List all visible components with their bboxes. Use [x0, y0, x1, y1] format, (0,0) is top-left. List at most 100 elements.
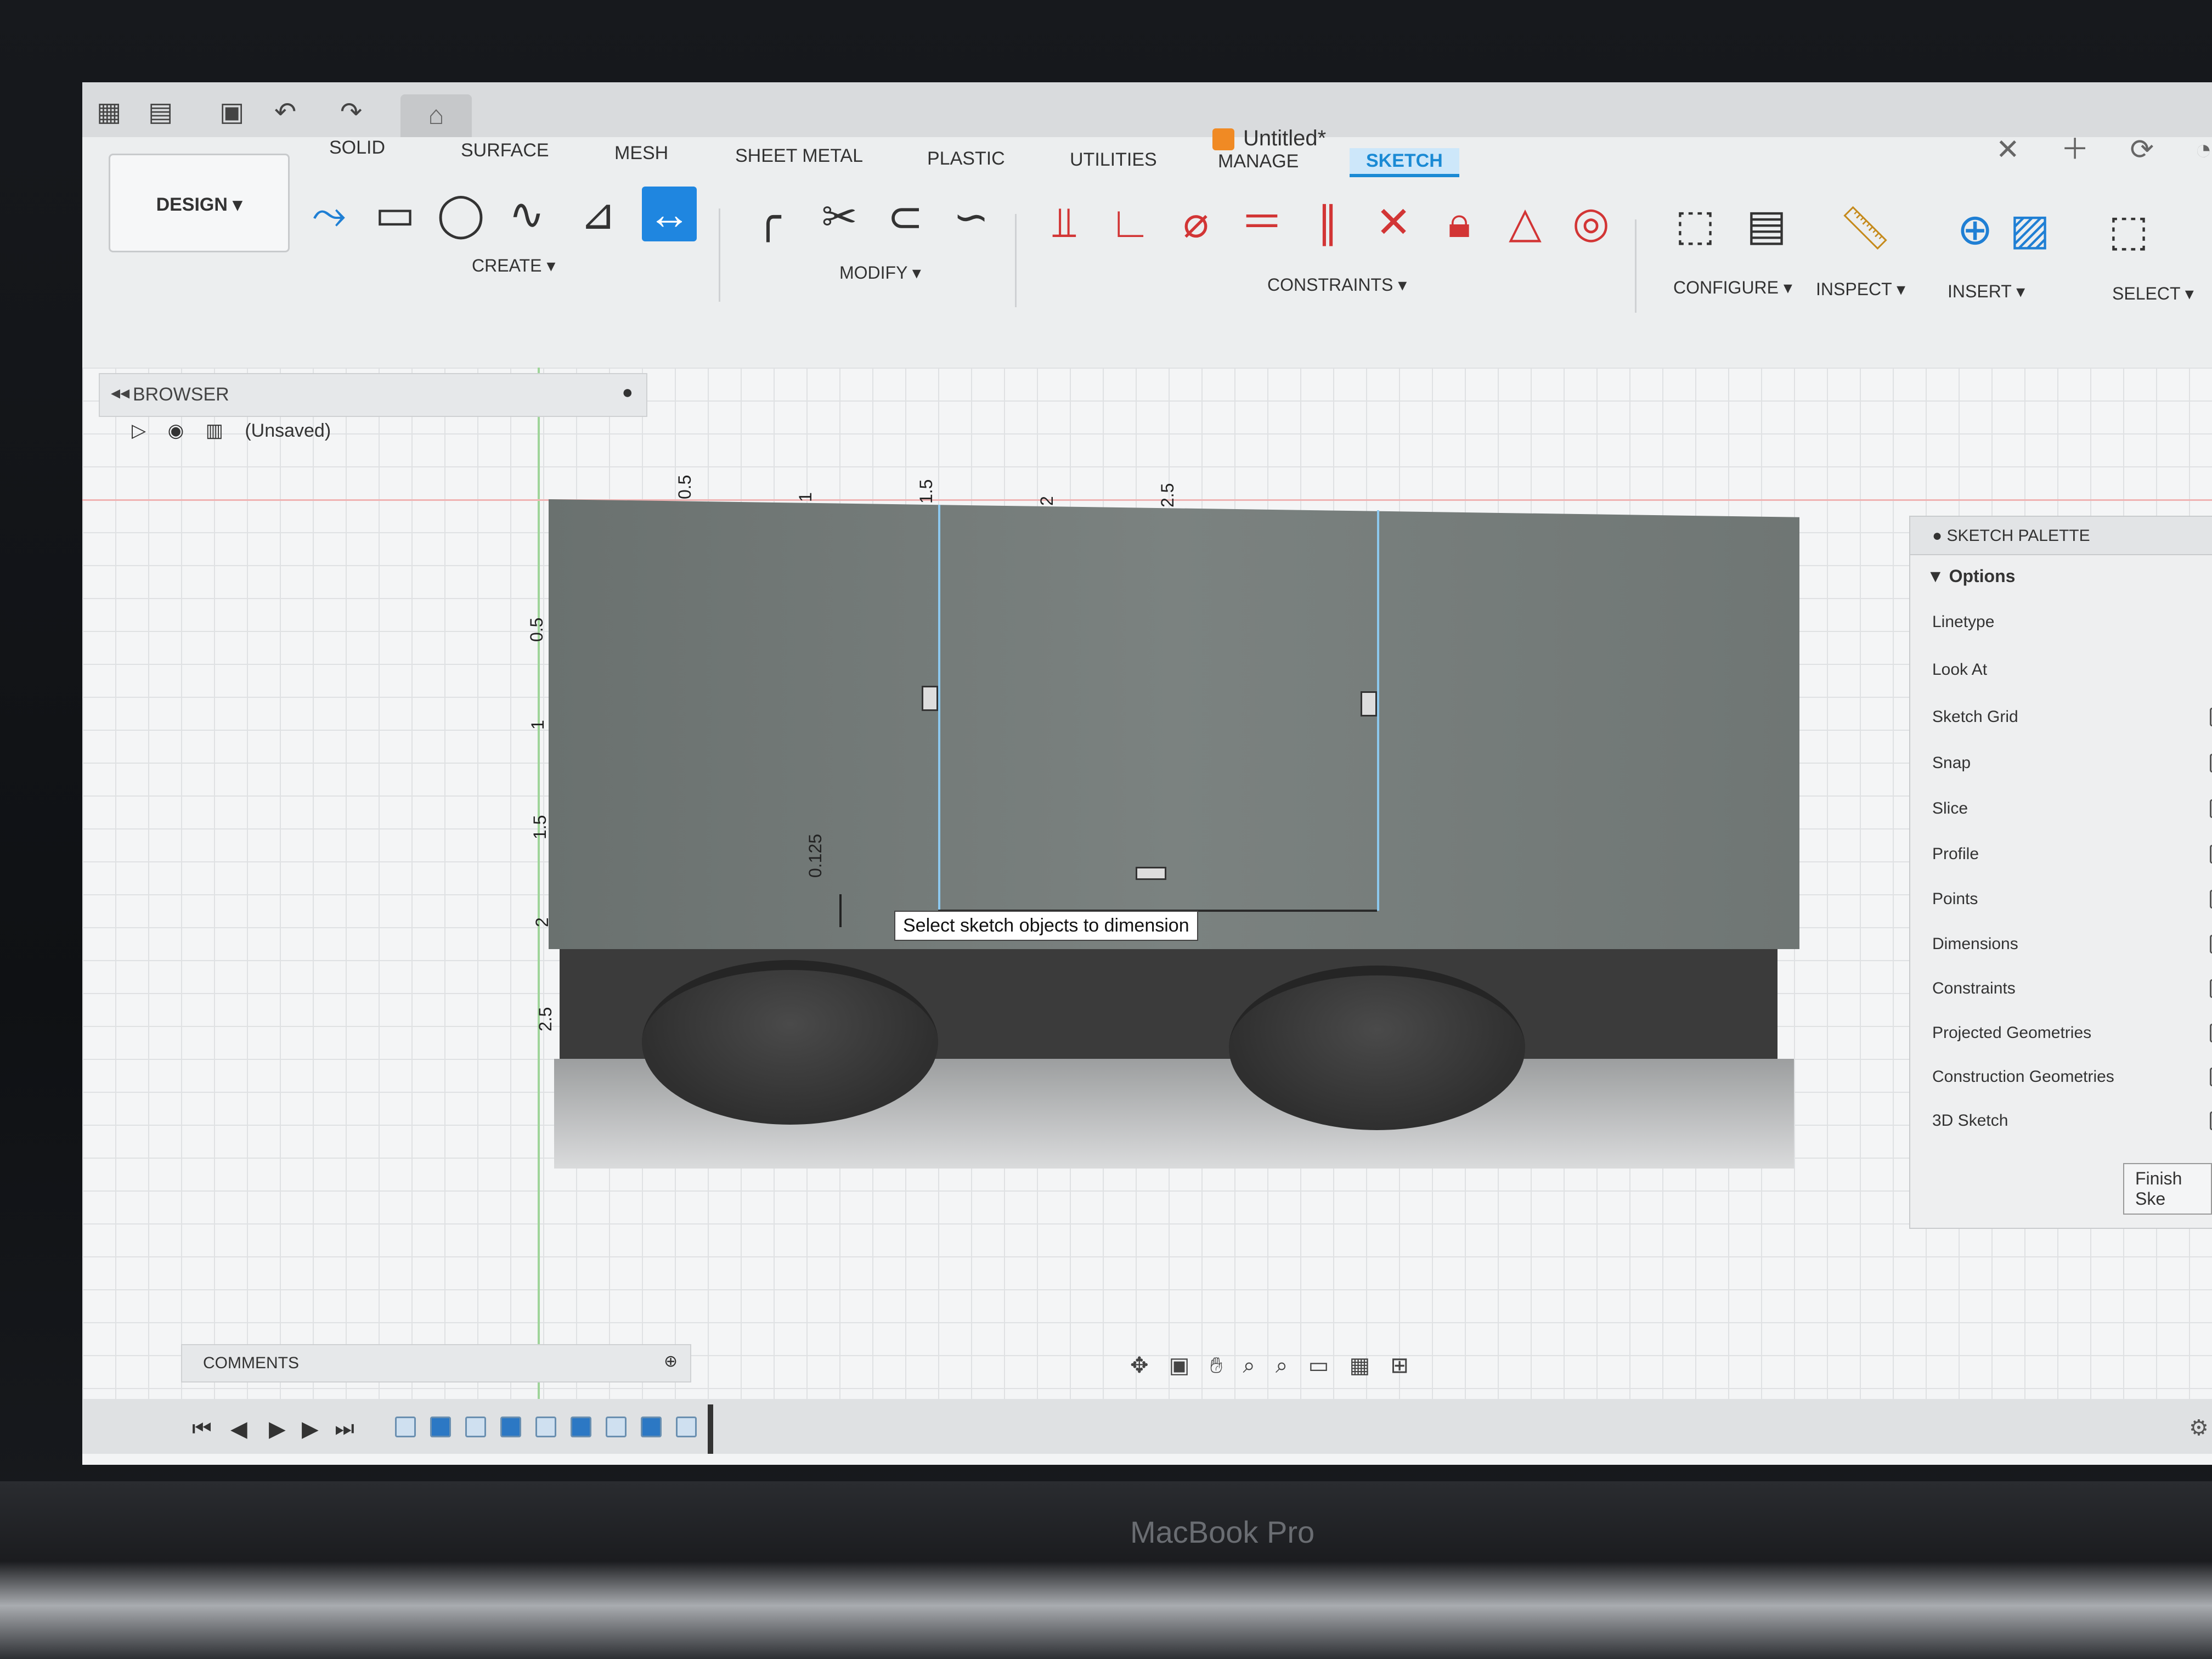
model-body[interactable] [549, 499, 1799, 949]
offset-icon[interactable]: ⊂ [878, 189, 933, 244]
finish-sketch-button[interactable]: Finish Ske [2123, 1163, 2212, 1215]
timeline-extrude-step[interactable] [571, 1417, 591, 1437]
sketch-line-right[interactable] [1377, 510, 1379, 911]
checkbox[interactable]: ✓ [2210, 890, 2212, 909]
checkbox[interactable]: ✓ [2210, 935, 2212, 953]
close-tab-icon[interactable]: ✕ [1996, 134, 2020, 166]
tab-utilities[interactable]: UTILITIES [1070, 149, 1157, 171]
insert-menu[interactable]: INSERT ▾ [1948, 281, 2025, 302]
step-back-icon[interactable]: ◀ [230, 1417, 247, 1442]
rectangle-icon[interactable]: ▭ [368, 187, 422, 241]
wheel-right[interactable] [1229, 966, 1525, 1130]
tab-manage[interactable]: MANAGE [1218, 151, 1299, 172]
redo-icon[interactable]: ↷ [340, 97, 362, 127]
configure-menu[interactable]: CONFIGURE ▾ [1673, 277, 1792, 298]
visibility-eye-icon[interactable]: ◉ [168, 420, 184, 441]
palette-row-linetype[interactable]: Linetype [1932, 613, 2212, 631]
vertical-constraint-glyph[interactable] [922, 686, 938, 711]
parallel-icon[interactable]: ∥ [1300, 195, 1355, 250]
tab-plastic[interactable]: PLASTIC [927, 148, 1005, 170]
expand-icon[interactable]: ▷ [132, 420, 146, 441]
timeline-sketch-step[interactable] [465, 1417, 486, 1437]
timeline-extrude-step[interactable] [500, 1417, 521, 1437]
go-to-end-icon[interactable]: ⏭︎ [335, 1417, 354, 1441]
palette-row-points[interactable]: Points ✓ [1932, 890, 2212, 909]
sketch-palette-header[interactable]: ● SKETCH PALETTE [1910, 517, 2212, 555]
tab-sketch[interactable]: SKETCH [1350, 148, 1459, 177]
display-settings-icon[interactable]: ▭ [1308, 1353, 1329, 1378]
timeline-sketch-step[interactable] [606, 1417, 627, 1437]
account-icon[interactable]: ◔ [2195, 134, 2212, 166]
image-icon[interactable]: ▨ [2002, 202, 2057, 257]
sketch-dimension-icon[interactable]: ↔ [642, 187, 697, 241]
grid-settings-icon[interactable]: ▦ [1349, 1353, 1370, 1378]
timeline-sketch-step[interactable] [676, 1417, 697, 1437]
checkbox[interactable]: ✓ [2210, 754, 2212, 772]
palette-row-dimensions[interactable]: Dimensions ✓ [1932, 935, 2212, 953]
palette-row-3d-sketch[interactable]: 3D Sketch [1932, 1111, 2212, 1130]
perpendicular-icon[interactable]: ∟ [1103, 195, 1158, 250]
step-forward-icon[interactable]: ▶︎ [302, 1417, 319, 1442]
home-icon[interactable]: ⌂ [400, 94, 472, 137]
circle-icon[interactable]: ◯ [433, 187, 488, 241]
configure-cube-icon[interactable]: ⬚ [1668, 198, 1723, 252]
palette-row-slice[interactable]: Slice [1932, 799, 2212, 818]
workspace-switcher[interactable]: DESIGN ▾ [109, 154, 290, 252]
zoom-icon[interactable]: ⌕ [1243, 1353, 1255, 1378]
horizontal-constraint-glyph[interactable] [1136, 867, 1166, 880]
mirror-icon[interactable]: ⊿ [571, 187, 625, 241]
trim-icon[interactable]: ✂ [812, 189, 867, 244]
midpoint-icon[interactable]: △ [1498, 195, 1553, 250]
modify-menu[interactable]: MODIFY ▾ [839, 262, 921, 283]
timeline-sketch-step[interactable] [535, 1417, 556, 1437]
go-to-start-icon[interactable]: ⏮︎ [192, 1417, 212, 1441]
checkbox[interactable]: ✓ [2210, 979, 2212, 998]
fillet-icon[interactable]: ╭ [741, 189, 795, 244]
tangent-icon[interactable]: ⌀ [1169, 195, 1223, 250]
select-menu[interactable]: SELECT ▾ [2112, 283, 2194, 304]
new-tab-icon[interactable]: ＋ [2061, 134, 2089, 166]
fix-lock-icon[interactable]: 🔒︎ [1432, 195, 1487, 250]
palette-row-profile[interactable]: Profile ✓ [1932, 845, 2212, 864]
save-icon[interactable]: ▣ [219, 97, 244, 127]
wheel-left[interactable] [642, 960, 938, 1125]
file-icon[interactable]: ▤ [148, 97, 173, 127]
concentric-icon[interactable]: ◎ [1564, 195, 1618, 250]
fit-icon[interactable]: ⌕ [1276, 1353, 1288, 1378]
pan-icon[interactable]: ✋︎ [1210, 1353, 1223, 1378]
timeline-extrude-step[interactable] [430, 1417, 451, 1437]
checkbox[interactable]: ✓ [2210, 1024, 2212, 1042]
palette-row-projected-geometries[interactable]: Projected Geometries ✓ [1932, 1024, 2212, 1042]
select-icon[interactable]: ⬚ [2101, 203, 2156, 258]
palette-row-look-at[interactable]: Look At [1932, 661, 2212, 679]
browser-root-item[interactable]: ▷ ◉ ▥ (Unsaved) [132, 420, 347, 442]
palette-row-construction-geometries[interactable]: Construction Geometries ✓ [1932, 1068, 2212, 1086]
symmetry-icon[interactable]: ✕ [1366, 195, 1421, 250]
sync-icon[interactable]: ⟳ [2130, 134, 2154, 166]
timeline-settings-icon[interactable]: ⚙ [2189, 1415, 2209, 1441]
collapse-icon[interactable]: ◂◂ [111, 382, 129, 404]
spline-icon[interactable]: ∿ [499, 187, 554, 241]
constraints-menu[interactable]: CONSTRAINTS ▾ [1267, 274, 1407, 295]
add-comment-icon[interactable]: ⊕ [664, 1352, 678, 1371]
table-icon[interactable]: ▤ [1739, 198, 1794, 252]
viewports-icon[interactable]: ⊞ [1390, 1353, 1409, 1378]
options-section[interactable]: ▼ Options [1927, 566, 2015, 586]
look-at-icon[interactable]: ▣ [1169, 1353, 1190, 1378]
palette-row-sketch-grid[interactable]: Sketch Grid ✓ [1932, 708, 2212, 726]
equal-icon[interactable]: ＝ [1234, 195, 1289, 250]
timeline-sketch-step[interactable] [395, 1417, 416, 1437]
orbit-icon[interactable]: ✥ [1130, 1353, 1149, 1378]
tab-surface[interactable]: SURFACE [461, 140, 549, 161]
sketch-line-left[interactable] [938, 505, 940, 911]
insert-icon[interactable]: ⊕ [1948, 202, 2002, 257]
checkbox[interactable]: ✓ [2210, 845, 2212, 864]
tab-sheet-metal[interactable]: SHEET METAL [735, 145, 863, 167]
palette-row-constraints[interactable]: Constraints ✓ [1932, 979, 2212, 998]
tab-solid[interactable]: SOLID [329, 137, 385, 159]
checkbox[interactable]: ✓ [2210, 708, 2212, 726]
tab-mesh[interactable]: MESH [614, 143, 668, 164]
grid-icon[interactable]: ▦ [97, 97, 121, 127]
measure-icon[interactable]: 📏︎ [1838, 200, 1893, 255]
undo-icon[interactable]: ↶ [274, 97, 296, 127]
